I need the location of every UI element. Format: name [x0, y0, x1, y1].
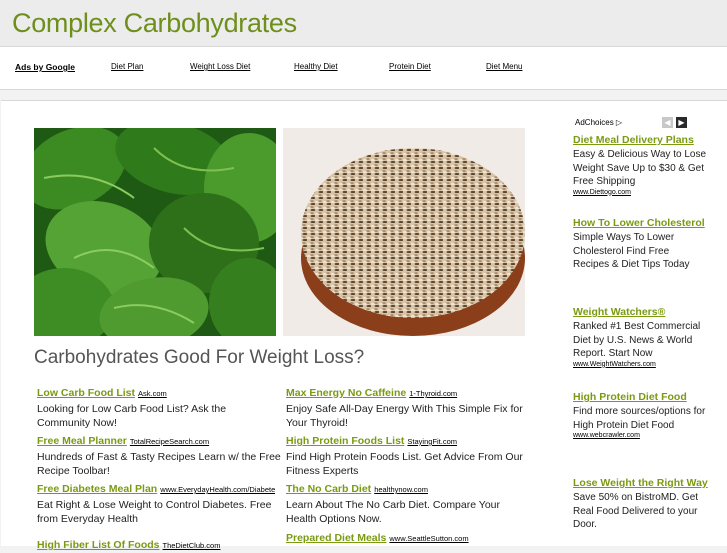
- ad-title-low-carb[interactable]: Low Carb Food List: [37, 387, 135, 399]
- ad-domain[interactable]: Ask.com: [138, 389, 167, 398]
- ad-item-meal-planner: Free Meal Planner TotalRecipeSearch.com H…: [37, 431, 282, 478]
- side-ad-lower-cholesterol: How To Lower Cholesterol Simple Ways To …: [573, 216, 708, 272]
- ad-item-max-energy: Max Energy No Caffeine 1-Thyroid.com Enjo…: [286, 383, 531, 430]
- ad-domain[interactable]: www.SeattleSutton.com: [389, 534, 468, 543]
- ad-item-prepared-diet-meals: Prepared Diet Meals www.SeattleSutton.com: [286, 528, 531, 546]
- side-ad-diet-meal-delivery: Diet Meal Delivery Plans Easy & Deliciou…: [573, 133, 708, 196]
- ads-by-google-link[interactable]: Ads by Google: [15, 62, 75, 72]
- ad-title-meal-planner[interactable]: Free Meal Planner: [37, 435, 127, 447]
- side-ad-domain[interactable]: www.Diettogo.com: [573, 189, 708, 196]
- side-ad-domain[interactable]: www.webcrawler.com: [573, 432, 708, 439]
- next-arrow-icon[interactable]: ▶: [676, 117, 687, 128]
- side-ad-description: Save 50% on BistroMD. Get Real Food Deli…: [573, 492, 699, 530]
- side-ad-title[interactable]: Weight Watchers®: [573, 305, 708, 320]
- spinach-image: [34, 128, 276, 336]
- ad-description: Find High Protein Foods List. Get Advice…: [286, 451, 523, 477]
- side-ad-lose-weight: Lose Weight the Right Way Save 50% on Bi…: [573, 476, 708, 532]
- ad-item-diabetes-meal-plan: Free Diabetes Meal Plan www.EverydayHealt…: [37, 479, 275, 526]
- ad-title-max-energy[interactable]: Max Energy No Caffeine: [286, 387, 406, 399]
- adbar-link-protein-diet[interactable]: Protein Diet: [389, 62, 431, 71]
- ad-title-high-protein-foods[interactable]: High Protein Foods List: [286, 435, 404, 447]
- ad-description: Eat Right & Lose Weight to Control Diabe…: [37, 499, 272, 525]
- page-headline: Carbohydrates Good For Weight Loss?: [34, 347, 365, 368]
- side-ad-description: Simple Ways To Lower Cholesterol Find Fr…: [573, 232, 690, 270]
- side-ad-domain[interactable]: www.WeightWatchers.com: [573, 361, 708, 368]
- adbar-link-healthy-diet[interactable]: Healthy Diet: [294, 62, 338, 71]
- ad-title-prepared-diet-meals[interactable]: Prepared Diet Meals: [286, 532, 386, 544]
- ad-description: Hundreds of Fast & Tasty Recipes Learn w…: [37, 451, 281, 477]
- side-ad-title[interactable]: High Protein Diet Food: [573, 390, 708, 405]
- ad-title-high-fiber[interactable]: High Fiber List Of Foods: [37, 539, 160, 551]
- ad-domain[interactable]: StayingFit.com: [407, 437, 457, 446]
- wild-rice-image: [283, 128, 525, 336]
- side-ad-title[interactable]: How To Lower Cholesterol: [573, 216, 708, 231]
- ad-description: Learn About The No Carb Diet. Compare Yo…: [286, 499, 501, 525]
- ad-domain[interactable]: www.EverydayHealth.com/Diabetes: [160, 485, 275, 494]
- adchoices-text: AdChoices: [575, 118, 614, 127]
- adbar-link-diet-plan[interactable]: Diet Plan: [111, 62, 143, 71]
- ad-domain[interactable]: TheDietClub.com: [163, 541, 221, 550]
- side-ad-high-protein-diet: High Protein Diet Food Find more sources…: [573, 390, 708, 439]
- ad-item-no-carb-diet: The No Carb Diet healthynow.com Learn Abo…: [286, 479, 531, 526]
- side-ad-weight-watchers: Weight Watchers® Ranked #1 Best Commerci…: [573, 305, 708, 368]
- side-ad-title[interactable]: Diet Meal Delivery Plans: [573, 133, 708, 148]
- adchoices-icon: ▷: [615, 118, 623, 127]
- side-ad-description: Easy & Delicious Way to Lose Weight Save…: [573, 149, 707, 187]
- ad-title-no-carb-diet[interactable]: The No Carb Diet: [286, 483, 371, 495]
- ad-title-diabetes-meal-plan[interactable]: Free Diabetes Meal Plan: [37, 483, 157, 495]
- prev-arrow-icon[interactable]: ◀: [662, 117, 673, 128]
- adbar-link-diet-menu[interactable]: Diet Menu: [486, 62, 522, 71]
- side-ad-title[interactable]: Lose Weight the Right Way: [573, 476, 708, 491]
- ad-description: Looking for Low Carb Food List? Ask the …: [37, 403, 227, 429]
- site-title[interactable]: Complex Carbohydrates: [12, 8, 297, 39]
- adbar-link-weight-loss-diet[interactable]: Weight Loss Diet: [190, 62, 250, 71]
- ad-item-low-carb: Low Carb Food List Ask.com Looking for Lo…: [37, 383, 282, 430]
- site-header: Complex Carbohydrates: [0, 0, 727, 46]
- ad-item-high-protein-foods: High Protein Foods List StayingFit.com Fi…: [286, 431, 531, 478]
- ad-description: Enjoy Safe All-Day Energy With This Simp…: [286, 403, 523, 429]
- ad-domain[interactable]: 1-Thyroid.com: [409, 389, 457, 398]
- ad-domain[interactable]: TotalRecipeSearch.com: [130, 437, 209, 446]
- side-ad-description: Find more sources/options for High Prote…: [573, 406, 706, 431]
- side-ad-description: Ranked #1 Best Commercial Diet by U.S. N…: [573, 321, 701, 359]
- adchoices-label[interactable]: AdChoices ▷: [575, 118, 622, 127]
- ad-item-high-fiber: High Fiber List Of Foods TheDietClub.com: [37, 535, 282, 553]
- ad-domain[interactable]: healthynow.com: [374, 485, 428, 494]
- ad-link-bar: Ads by Google Diet Plan Weight Loss Diet…: [0, 46, 727, 90]
